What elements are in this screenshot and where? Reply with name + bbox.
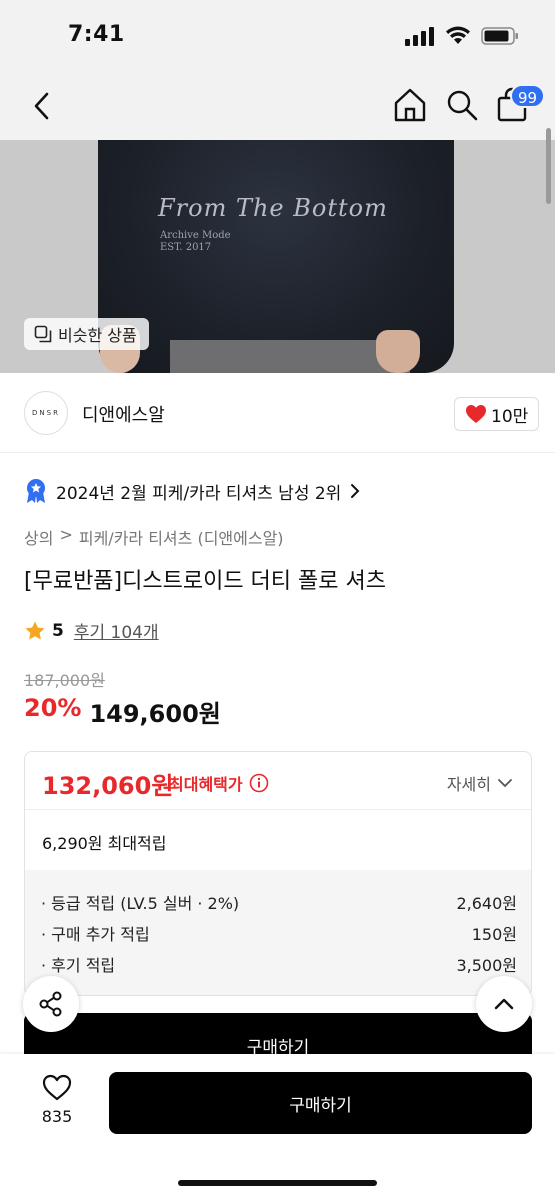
- share-icon: [39, 991, 62, 1017]
- chevron-down-icon: [498, 779, 512, 788]
- heart-outline-icon: [42, 1074, 72, 1101]
- status-time: 7:41: [68, 22, 125, 47]
- brand-like-count: 10만: [491, 406, 529, 427]
- cart-count-badge: 99: [510, 84, 546, 108]
- benefit-header: 132,060원 최대혜택가 자세히: [25, 752, 531, 810]
- discount-rate: 20%: [24, 694, 82, 722]
- rating-score: 5: [52, 620, 64, 641]
- ranking-link[interactable]: 2024년 2월 피케/카라 티셔츠 남성 2위: [24, 478, 361, 504]
- similar-products-button[interactable]: 비슷한 상품: [24, 318, 149, 350]
- search-button[interactable]: [444, 86, 480, 124]
- wifi-icon: [446, 26, 470, 44]
- points-value: 3,500원: [456, 956, 517, 975]
- home-button[interactable]: [392, 86, 428, 124]
- wishlist-count: 835: [41, 1107, 73, 1126]
- benefit-card: 132,060원 최대혜택가 자세히 6,290원 최대적립 · 등급 적립 (…: [24, 751, 532, 996]
- max-benefit-label-group: 최대혜택가: [169, 771, 269, 795]
- heart-filled-icon: [466, 405, 486, 423]
- original-price: 187,000원: [24, 671, 105, 690]
- ranking-badge-icon: [27, 479, 45, 503]
- points-label: · 후기 적립: [41, 956, 116, 975]
- price-row: 20% 149,600원: [24, 694, 221, 729]
- similar-items-icon: [34, 325, 52, 343]
- star-icon: [25, 621, 45, 639]
- points-value: 150원: [471, 925, 517, 944]
- battery-icon: [481, 27, 518, 45]
- breadcrumb-separator: >: [59, 525, 73, 544]
- shirt-print-line-1: Archive Mode: [160, 230, 231, 241]
- points-label: · 구매 추가 적립: [41, 925, 150, 944]
- cellular-signal-icon: [405, 27, 434, 46]
- shirt-print-subtext: Archive Mode EST. 2017: [160, 230, 231, 254]
- points-row-grade: · 등급 적립 (LV.5 실버 · 2%) 2,640원: [41, 890, 517, 914]
- breadcrumb: 상의 > 피케/카라 티셔츠 (디앤에스알): [24, 525, 284, 549]
- brand-like-button[interactable]: 10만: [454, 397, 540, 431]
- detail-label: 자세히: [446, 775, 491, 794]
- wishlist-button[interactable]: 835: [34, 1074, 80, 1126]
- rating-row: 5 후기 104개: [24, 618, 159, 643]
- status-icons: [405, 26, 519, 46]
- nav-bar: [0, 72, 555, 140]
- max-points-total: 6,290원 최대적립: [42, 834, 167, 853]
- brand-row[interactable]: DNSR 디앤에스알 10만: [0, 373, 555, 453]
- home-indicator: [178, 1180, 377, 1186]
- similar-products-label: 비슷한 상품: [58, 326, 137, 345]
- max-benefit-label: 최대혜택가: [169, 775, 243, 794]
- points-breakdown: · 등급 적립 (LV.5 실버 · 2%) 2,640원 · 구매 추가 적립…: [25, 870, 531, 995]
- brand-name[interactable]: 디앤에스알: [82, 401, 165, 427]
- back-button[interactable]: [26, 88, 58, 124]
- search-icon: [447, 90, 478, 121]
- shirt-print-line-2: EST. 2017: [160, 242, 212, 253]
- sale-price: 149,600원: [89, 700, 221, 728]
- home-icon: [394, 88, 426, 122]
- chevron-up-icon: [494, 998, 514, 1010]
- shirt-print-text: From The Bottom: [158, 194, 388, 222]
- points-value: 2,640원: [456, 894, 517, 913]
- right-hand-image: [376, 330, 420, 373]
- breadcrumb-category[interactable]: 상의: [24, 525, 53, 549]
- points-label: · 등급 적립 (LV.5 실버 · 2%): [41, 894, 240, 913]
- status-bar: 7:41: [0, 0, 555, 72]
- bottom-action-bar: 835 구매하기: [0, 1054, 555, 1200]
- ranking-text: 2024년 2월 피케/카라 티셔츠 남성 2위: [56, 483, 342, 504]
- chevron-right-icon: [351, 484, 360, 498]
- points-row-purchase: · 구매 추가 적립 150원: [41, 921, 517, 945]
- scrollbar[interactable]: [546, 128, 551, 204]
- pants-image: [170, 340, 410, 373]
- buy-button[interactable]: 구매하기: [109, 1072, 532, 1134]
- breadcrumb-subcategory[interactable]: 피케/카라 티셔츠 (디앤에스알): [79, 525, 284, 549]
- detail-toggle-button[interactable]: 자세히: [447, 771, 513, 795]
- max-benefit-price: 132,060원: [42, 772, 174, 800]
- review-link[interactable]: 후기 104개: [74, 618, 159, 643]
- points-row-review: · 후기 적립 3,500원: [41, 952, 517, 976]
- brand-logo: DNSR: [24, 391, 68, 435]
- scroll-to-top-button[interactable]: [476, 976, 532, 1032]
- product-title: [무료반품]디스트로이드 더티 폴로 셔츠: [24, 569, 386, 594]
- share-button[interactable]: [23, 976, 79, 1032]
- chevron-left-icon: [34, 92, 49, 120]
- info-icon[interactable]: [249, 773, 269, 793]
